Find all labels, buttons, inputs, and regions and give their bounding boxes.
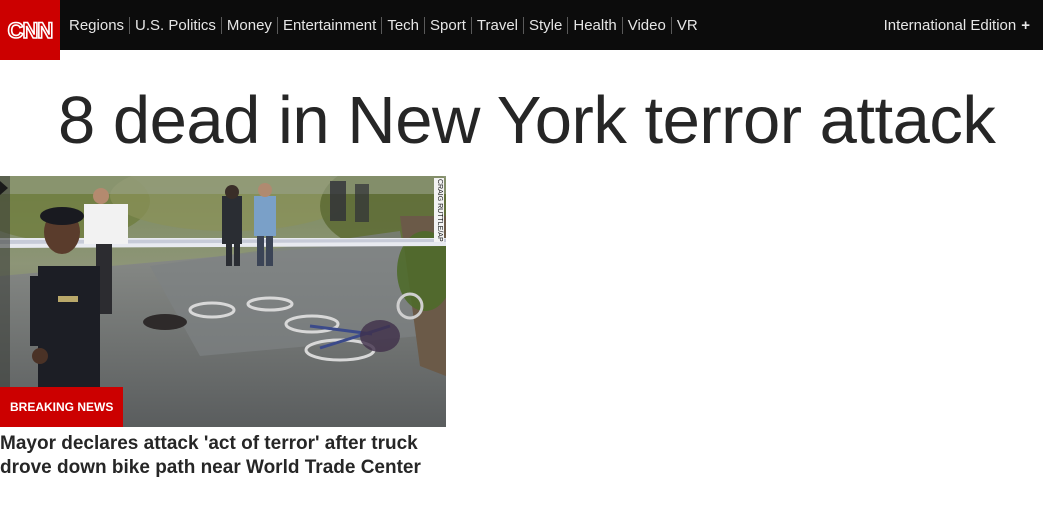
svg-text:CNN: CNN: [8, 18, 53, 43]
nav-item-video[interactable]: Video: [628, 17, 666, 34]
international-edition-button[interactable]: International Edition +: [884, 0, 1030, 50]
story-headline-link[interactable]: Mayor declares attack 'act of terror' af…: [0, 432, 425, 480]
photo-credit: CRAIG RUTTLE/AP: [434, 178, 444, 242]
nav-item-sport[interactable]: Sport: [430, 17, 466, 34]
nav-separator: [276, 16, 278, 34]
page-headline[interactable]: 8 dead in New York terror attack: [58, 81, 996, 161]
nav-separator: [381, 16, 383, 34]
nav-item-u-s-politics[interactable]: U.S. Politics: [135, 17, 216, 34]
nav-item-entertainment[interactable]: Entertainment: [283, 17, 376, 34]
nav-separator: [220, 16, 222, 34]
nav-separator: [567, 16, 569, 34]
nav-separator: [621, 16, 623, 34]
nav-item-style[interactable]: Style: [529, 17, 562, 34]
lead-story-card[interactable]: CRAIG RUTTLE/AP BREAKING NEWS Mayor decl…: [0, 176, 446, 480]
nav-item-health[interactable]: Health: [573, 17, 616, 34]
cnn-logo-mark: CNN: [7, 17, 54, 44]
nav-item-vr[interactable]: VR: [677, 17, 698, 34]
nav-separator: [129, 16, 131, 34]
nav-item-money[interactable]: Money: [227, 17, 272, 34]
section-nav: Regions U.S. Politics Money Entertainment Te…: [69, 0, 698, 50]
plus-icon: +: [1021, 16, 1030, 34]
cnn-logo[interactable]: CNN: [0, 0, 60, 60]
nav-item-regions[interactable]: Regions: [69, 17, 124, 34]
nav-separator: [470, 16, 472, 34]
breaking-news-badge[interactable]: BREAKING NEWS: [0, 387, 124, 427]
edition-label: International Edition: [883, 16, 1017, 34]
nav-separator: [424, 16, 426, 34]
top-navigation-bar: CNN Regions U.S. Politics Money Entertainme…: [0, 0, 1043, 60]
story-photo[interactable]: CRAIG RUTTLE/AP BREAKING NEWS: [0, 176, 446, 427]
nav-separator: [670, 16, 672, 34]
nav-item-travel[interactable]: Travel: [477, 17, 518, 34]
nav-item-tech[interactable]: Tech: [387, 17, 419, 34]
nav-separator: [523, 16, 524, 34]
headline-banner: 8 dead in New York terror attack: [0, 75, 1043, 165]
